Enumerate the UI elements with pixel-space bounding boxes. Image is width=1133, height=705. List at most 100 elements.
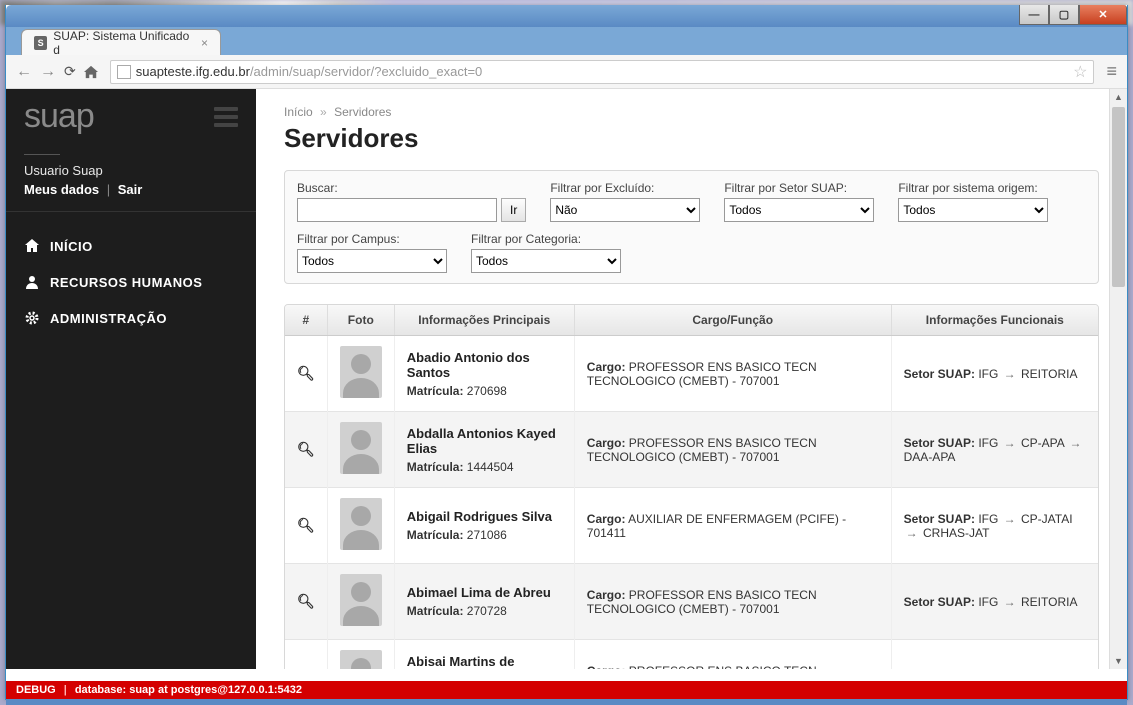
nav-recursos-humanos[interactable]: RECURSOS HUMANOS <box>6 264 256 300</box>
url-path: /admin/suap/servidor/?excluido_exact=0 <box>250 64 482 79</box>
th-cargo: Cargo/Função <box>574 305 891 336</box>
maximize-button[interactable]: ▢ <box>1049 5 1079 25</box>
campus-select[interactable]: Todos <box>297 249 447 273</box>
nav-label: RECURSOS HUMANOS <box>50 275 202 290</box>
address-bar[interactable]: suapteste.ifg.edu.br /admin/suap/servido… <box>110 60 1095 84</box>
setor-select[interactable]: Todos <box>724 198 874 222</box>
categoria-select[interactable]: Todos <box>471 249 621 273</box>
back-button[interactable]: ← <box>16 63 32 81</box>
avatar <box>340 498 382 550</box>
user-icon <box>24 274 40 290</box>
breadcrumb-sep: » <box>320 105 327 119</box>
home-icon <box>24 238 40 254</box>
avatar <box>340 422 382 474</box>
debug-bar: DEBUG | database: suap at postgres@127.0… <box>6 681 1127 699</box>
tab-title: SUAP: Sistema Unificado d <box>53 29 191 55</box>
scroll-up-button[interactable]: ▲ <box>1110 89 1127 105</box>
forward-button[interactable]: → <box>40 63 56 81</box>
row-name: Abigail Rodrigues Silva <box>407 509 562 524</box>
view-icon[interactable]: 🔍︎ <box>297 441 315 457</box>
sidebar-toggle-icon[interactable] <box>214 107 238 127</box>
table-row: 🔍︎ Abimael Lima de Abreu Matrícula: 2707… <box>285 564 1098 640</box>
filter-box: Buscar: Ir Filtrar por Excluído: Não Fil… <box>284 170 1099 284</box>
filter-row-1: Buscar: Ir Filtrar por Excluído: Não Fil… <box>297 181 1086 222</box>
avatar <box>340 574 382 626</box>
th-funcionais: Informações Funcionais <box>891 305 1098 336</box>
filter-sistema: Filtrar por sistema origem: Todos <box>898 181 1048 222</box>
row-cargo: Cargo: PROFESSOR ENS BASICO TECN TECNOLO… <box>574 564 891 640</box>
row-cargo: Cargo: PROFESSOR ENS BASICO TECN TECNOLO… <box>574 640 891 670</box>
bookmark-star-icon[interactable]: ☆ <box>1073 62 1087 82</box>
url-host: suapteste.ifg.edu.br <box>136 64 250 79</box>
page-content: suap Usuario Suap Meus dados | Sair INÍC… <box>6 89 1127 669</box>
avatar <box>340 346 382 398</box>
breadcrumb-home[interactable]: Início <box>284 105 313 119</box>
debug-text: database: suap at postgres@127.0.0.1:543… <box>75 684 302 696</box>
categoria-label: Filtrar por Categoria: <box>471 232 621 246</box>
view-icon[interactable]: 🔍︎ <box>297 517 315 533</box>
table-row: 🔍︎ Abadio Antonio dos Santos Matrícula: … <box>285 336 1098 412</box>
breadcrumb: Início » Servidores <box>284 105 1099 119</box>
nav-inicio[interactable]: INÍCIO <box>6 228 256 264</box>
nav-administracao[interactable]: ADMINISTRAÇÃO <box>6 300 256 336</box>
close-tab-icon[interactable]: × <box>201 36 208 50</box>
reload-button[interactable]: ⟳ <box>64 63 76 80</box>
vertical-scrollbar[interactable]: ▲ ▼ <box>1109 89 1127 669</box>
browser-window: — ▢ ✕ S SUAP: Sistema Unificado d × ← → … <box>5 5 1128 700</box>
breadcrumb-current: Servidores <box>334 105 391 119</box>
page-title: Servidores <box>284 123 1099 154</box>
filter-buscar: Buscar: Ir <box>297 181 526 222</box>
close-window-button[interactable]: ✕ <box>1079 5 1127 25</box>
tab-strip: S SUAP: Sistema Unificado d × <box>6 27 1127 55</box>
excluido-select[interactable]: Não <box>550 198 700 222</box>
row-name: Abisai Martins de Rezende <box>407 654 562 670</box>
table-wrap: # Foto Informações Principais Cargo/Funç… <box>284 304 1099 669</box>
browser-toolbar: ← → ⟳ suapteste.ifg.edu.br /admin/suap/s… <box>6 55 1127 89</box>
user-box: Usuario Suap Meus dados | Sair <box>6 150 256 212</box>
row-setor: Setor SUAP: IFG → CP-APA → DAA-APA <box>891 412 1098 488</box>
search-input[interactable] <box>297 198 497 222</box>
search-submit-button[interactable]: Ir <box>501 198 526 222</box>
debug-label: DEBUG <box>16 684 56 696</box>
meus-dados-link[interactable]: Meus dados <box>24 182 99 197</box>
row-matricula: Matrícula: 270698 <box>407 384 562 398</box>
view-icon[interactable]: 🔍︎ <box>297 593 315 609</box>
row-setor: Setor SUAP: IFG → REITORIA <box>891 640 1098 670</box>
table-row: 🔍︎ Abigail Rodrigues Silva Matrícula: 27… <box>285 488 1098 564</box>
filter-row-2: Filtrar por Campus: Todos Filtrar por Ca… <box>297 232 1086 273</box>
user-link-sep: | <box>107 182 110 197</box>
scrollbar-thumb[interactable] <box>1112 107 1125 287</box>
sistema-label: Filtrar por sistema origem: <box>898 181 1048 195</box>
home-button[interactable] <box>84 65 98 79</box>
buscar-input-row: Ir <box>297 198 526 222</box>
row-setor: Setor SUAP: IFG → REITORIA <box>891 336 1098 412</box>
filter-excluido: Filtrar por Excluído: Não <box>550 181 700 222</box>
page-icon <box>117 65 131 79</box>
app-logo: suap <box>24 97 94 136</box>
filter-setor: Filtrar por Setor SUAP: Todos <box>724 181 874 222</box>
servidores-table: # Foto Informações Principais Cargo/Funç… <box>285 305 1098 669</box>
row-matricula: Matrícula: 270728 <box>407 604 562 618</box>
table-row: 🔍︎ Abisai Martins de Rezende Matrícula: … <box>285 640 1098 670</box>
sidebar-nav: INÍCIO RECURSOS HUMANOS ADMINISTRAÇÃO <box>6 212 256 336</box>
view-icon[interactable]: 🔍︎ <box>297 365 315 381</box>
filter-campus: Filtrar por Campus: Todos <box>297 232 447 273</box>
excluido-label: Filtrar por Excluído: <box>550 181 700 195</box>
setor-label: Filtrar por Setor SUAP: <box>724 181 874 195</box>
avatar <box>340 650 382 669</box>
tab-favicon: S <box>34 36 47 50</box>
row-name: Abdalla Antonios Kayed Elias <box>407 426 562 456</box>
browser-menu-icon[interactable]: ≡ <box>1106 61 1117 82</box>
sistema-select[interactable]: Todos <box>898 198 1048 222</box>
nav-label: ADMINISTRAÇÃO <box>50 311 167 326</box>
browser-tab[interactable]: S SUAP: Sistema Unificado d × <box>21 29 221 55</box>
main-panel: Início » Servidores Servidores Buscar: I… <box>256 89 1127 669</box>
scroll-down-button[interactable]: ▼ <box>1110 653 1127 669</box>
th-action: # <box>285 305 327 336</box>
row-cargo: Cargo: PROFESSOR ENS BASICO TECN TECNOLO… <box>574 412 891 488</box>
campus-label: Filtrar por Campus: <box>297 232 447 246</box>
sair-link[interactable]: Sair <box>118 182 143 197</box>
minimize-button[interactable]: — <box>1019 5 1049 25</box>
gear-icon <box>24 310 40 326</box>
th-info: Informações Principais <box>394 305 574 336</box>
